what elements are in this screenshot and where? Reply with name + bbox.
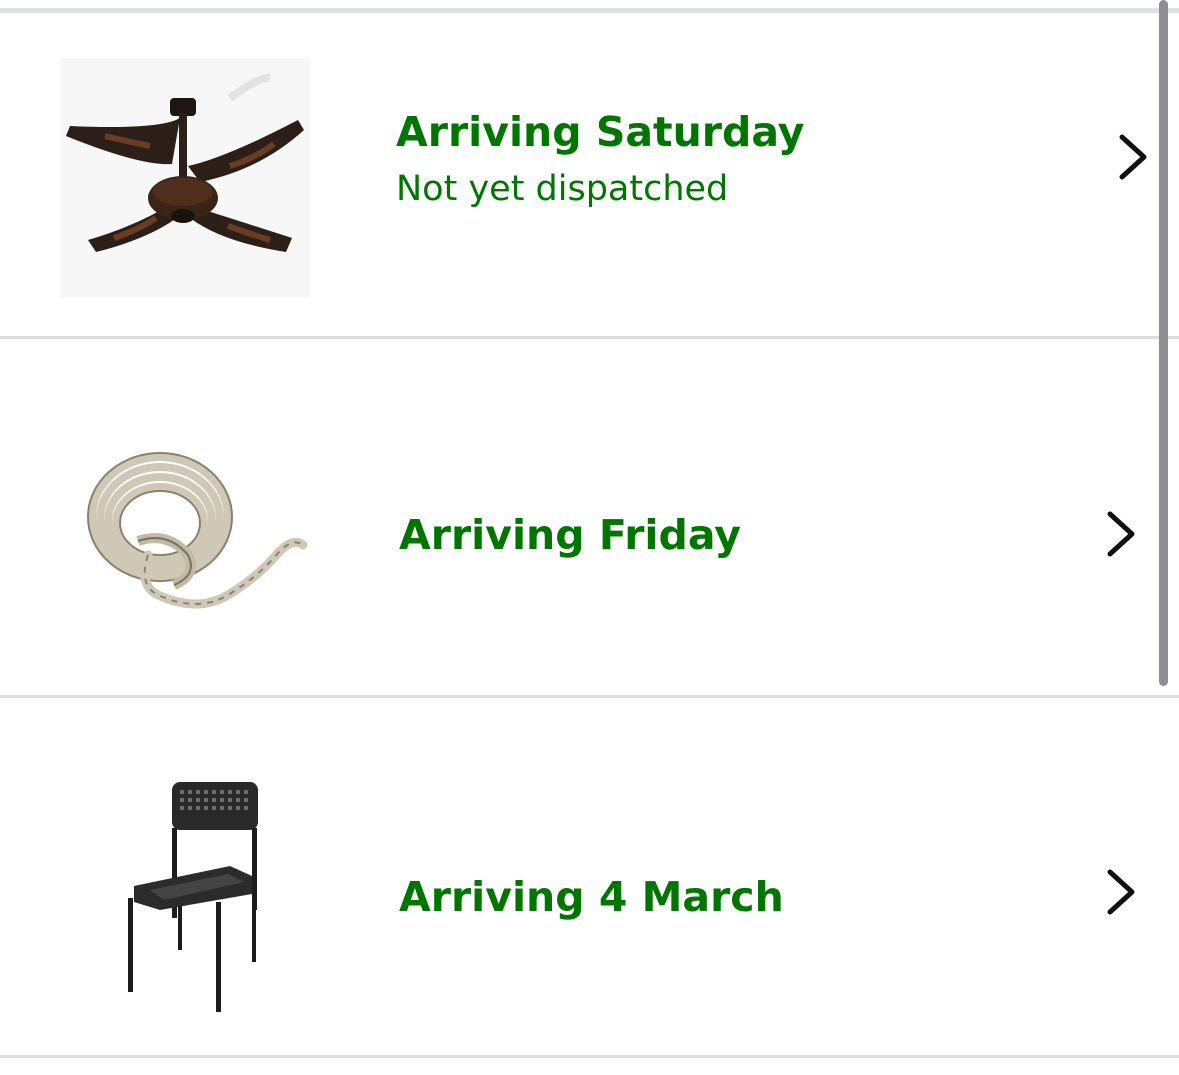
rope-coil-image <box>78 445 313 630</box>
order-row-1[interactable]: Arriving Saturday Not yet dispatched <box>0 13 1179 337</box>
row-divider <box>0 1055 1179 1058</box>
scrollbar[interactable] <box>1159 0 1168 686</box>
order-status: Arriving 4 March <box>399 872 784 922</box>
chair-image <box>120 778 265 1013</box>
dispatch-status-text: Not yet dispatched <box>396 169 729 209</box>
ceiling-fan-image <box>60 58 310 298</box>
chair-icon <box>128 782 258 1012</box>
chevron-right-icon[interactable] <box>1114 131 1154 181</box>
ceiling-fan-icon <box>60 58 310 298</box>
order-row-2[interactable]: Arriving Friday <box>0 339 1179 696</box>
orders-list-screen: Arriving Saturday Not yet dispatched Arr… <box>0 0 1179 1075</box>
order-status: Arriving Saturday Not yet dispatched <box>396 107 805 211</box>
arrival-text: Arriving Saturday <box>396 108 805 156</box>
arrival-text: Arriving Friday <box>399 511 741 559</box>
order-row-3[interactable]: Arriving 4 March <box>0 698 1179 1055</box>
arrival-text: Arriving 4 March <box>399 873 784 921</box>
chevron-right-icon[interactable] <box>1102 866 1142 916</box>
chevron-right-icon[interactable] <box>1102 508 1142 558</box>
rope-coil-icon <box>87 452 308 609</box>
order-status: Arriving Friday <box>399 510 741 560</box>
